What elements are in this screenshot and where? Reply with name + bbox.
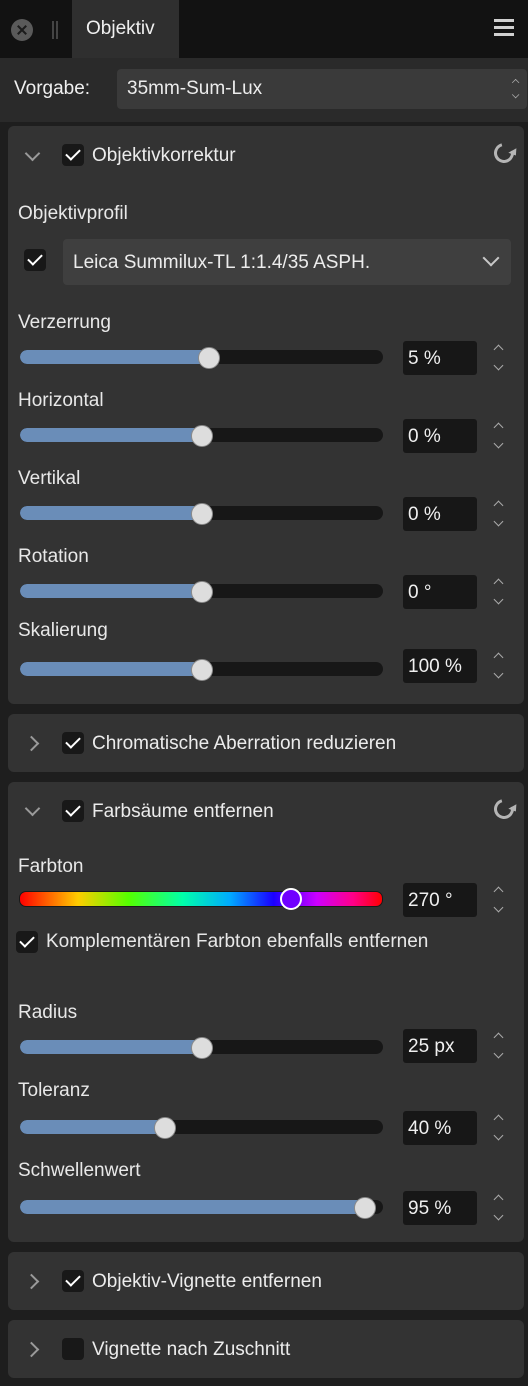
stepper-icon[interactable] bbox=[489, 414, 509, 458]
stepper-icon[interactable] bbox=[489, 1186, 509, 1230]
value-text: 0 % bbox=[408, 504, 441, 525]
slider-label: Toleranz bbox=[18, 1080, 90, 1101]
stepper-icon[interactable] bbox=[489, 1024, 509, 1068]
value-text: 100 % bbox=[408, 656, 462, 677]
slider-row-vertikal: Vertikal 0 % bbox=[0, 462, 528, 540]
preset-value: 35mm-Sum-Lux bbox=[127, 78, 263, 99]
preset-select[interactable]: 35mm-Sum-Lux bbox=[117, 69, 527, 109]
stepper-icon[interactable] bbox=[489, 1106, 509, 1150]
lens-correction-checkbox[interactable] bbox=[62, 144, 84, 166]
preset-stepper-icon[interactable] bbox=[509, 75, 523, 103]
lens-correction-title: Objektivkorrektur bbox=[92, 145, 236, 166]
hue-label: Farbton bbox=[18, 856, 84, 877]
stepper-icon[interactable] bbox=[489, 492, 509, 536]
complementary-label: Komplementären Farbton ebenfalls entfern… bbox=[46, 931, 429, 952]
value-text: 95 % bbox=[408, 1198, 452, 1219]
defringe-checkbox[interactable] bbox=[62, 800, 84, 822]
value-field[interactable]: 95 % bbox=[403, 1191, 477, 1225]
value-text: 40 % bbox=[408, 1118, 452, 1139]
slider-label: Schwellenwert bbox=[18, 1160, 141, 1181]
stepper-icon[interactable] bbox=[489, 336, 509, 380]
value-field[interactable]: 40 % bbox=[403, 1111, 477, 1145]
defringe-title: Farbsäume entfernen bbox=[92, 801, 274, 822]
value-field[interactable]: 5 % bbox=[403, 341, 477, 375]
slider-label: Rotation bbox=[18, 546, 89, 567]
slider-thumb[interactable] bbox=[190, 425, 213, 447]
slider-label: Radius bbox=[18, 1002, 78, 1023]
stepper-icon[interactable] bbox=[489, 878, 509, 922]
slider-thumb[interactable] bbox=[353, 1197, 376, 1219]
chromatic-aberration-checkbox[interactable] bbox=[62, 732, 84, 754]
slider-track[interactable] bbox=[20, 1120, 383, 1134]
value-field[interactable]: 0 % bbox=[403, 497, 477, 531]
hue-slider-thumb[interactable] bbox=[279, 888, 302, 910]
slider-thumb[interactable] bbox=[190, 659, 213, 681]
slider-label: Vertikal bbox=[18, 468, 81, 489]
drag-handle-icon[interactable] bbox=[52, 21, 58, 39]
value-field[interactable]: 0 ° bbox=[403, 575, 477, 609]
preset-label: Vorgabe: bbox=[14, 78, 91, 99]
value-text: 5 % bbox=[408, 348, 441, 369]
slider-label: Skalierung bbox=[18, 620, 108, 641]
lens-vignette-title: Objektiv-Vignette entfernen bbox=[92, 1271, 322, 1292]
lens-profile-checkbox[interactable] bbox=[24, 249, 46, 271]
slider-label: Horizontal bbox=[18, 390, 104, 411]
hue-value-field[interactable]: 270 ° bbox=[403, 883, 477, 917]
value-text: 25 px bbox=[408, 1036, 455, 1057]
lens-vignette-checkbox[interactable] bbox=[62, 1270, 84, 1292]
slider-row-verzerrung: Verzerrung 5 % bbox=[0, 306, 528, 384]
stepper-icon[interactable] bbox=[489, 570, 509, 614]
close-icon[interactable] bbox=[11, 19, 33, 41]
lens-profile-select[interactable]: Leica Summilux-TL 1:1.4/35 ASPH. bbox=[63, 239, 511, 285]
hue-slider-track[interactable] bbox=[19, 891, 383, 907]
value-field[interactable]: 100 % bbox=[403, 649, 477, 683]
chevron-down-icon bbox=[482, 249, 500, 267]
complementary-checkbox[interactable] bbox=[16, 931, 38, 953]
hamburger-menu-icon[interactable] bbox=[494, 19, 514, 37]
slider-row-radius: Radius 25 px bbox=[0, 996, 528, 1074]
slider-track[interactable] bbox=[20, 1200, 383, 1214]
lens-profile-value: Leica Summilux-TL 1:1.4/35 ASPH. bbox=[73, 252, 371, 273]
slider-thumb[interactable] bbox=[190, 581, 213, 603]
chromatic-aberration-title: Chromatische Aberration reduzieren bbox=[92, 733, 397, 754]
value-text: 0 ° bbox=[408, 582, 432, 603]
stepper-icon[interactable] bbox=[489, 644, 509, 688]
slider-row-rotation: Rotation 0 ° bbox=[0, 540, 528, 618]
slider-row-skalierung: Skalierung 100 % bbox=[0, 614, 528, 692]
post-crop-vignette-title: Vignette nach Zuschnitt bbox=[92, 1339, 291, 1360]
slider-row-toleranz: Toleranz 40 % bbox=[0, 1074, 528, 1154]
slider-thumb[interactable] bbox=[190, 1037, 213, 1059]
post-crop-vignette-checkbox[interactable] bbox=[62, 1338, 84, 1360]
slider-row-schwellenwert: Schwellenwert 95 % bbox=[0, 1154, 528, 1234]
slider-thumb[interactable] bbox=[190, 503, 213, 525]
slider-thumb[interactable] bbox=[154, 1117, 177, 1139]
lens-profile-label: Objektivprofil bbox=[18, 203, 128, 224]
slider-label: Verzerrung bbox=[18, 312, 111, 333]
slider-thumb[interactable] bbox=[197, 347, 220, 369]
value-field[interactable]: 25 px bbox=[403, 1029, 477, 1063]
tab-objektiv[interactable]: Objektiv bbox=[72, 0, 179, 58]
value-text: 270 ° bbox=[408, 890, 453, 911]
value-field[interactable]: 0 % bbox=[403, 419, 477, 453]
value-text: 0 % bbox=[408, 426, 441, 447]
slider-row-horizontal: Horizontal 0 % bbox=[0, 384, 528, 462]
tab-label: Objektiv bbox=[86, 18, 155, 39]
